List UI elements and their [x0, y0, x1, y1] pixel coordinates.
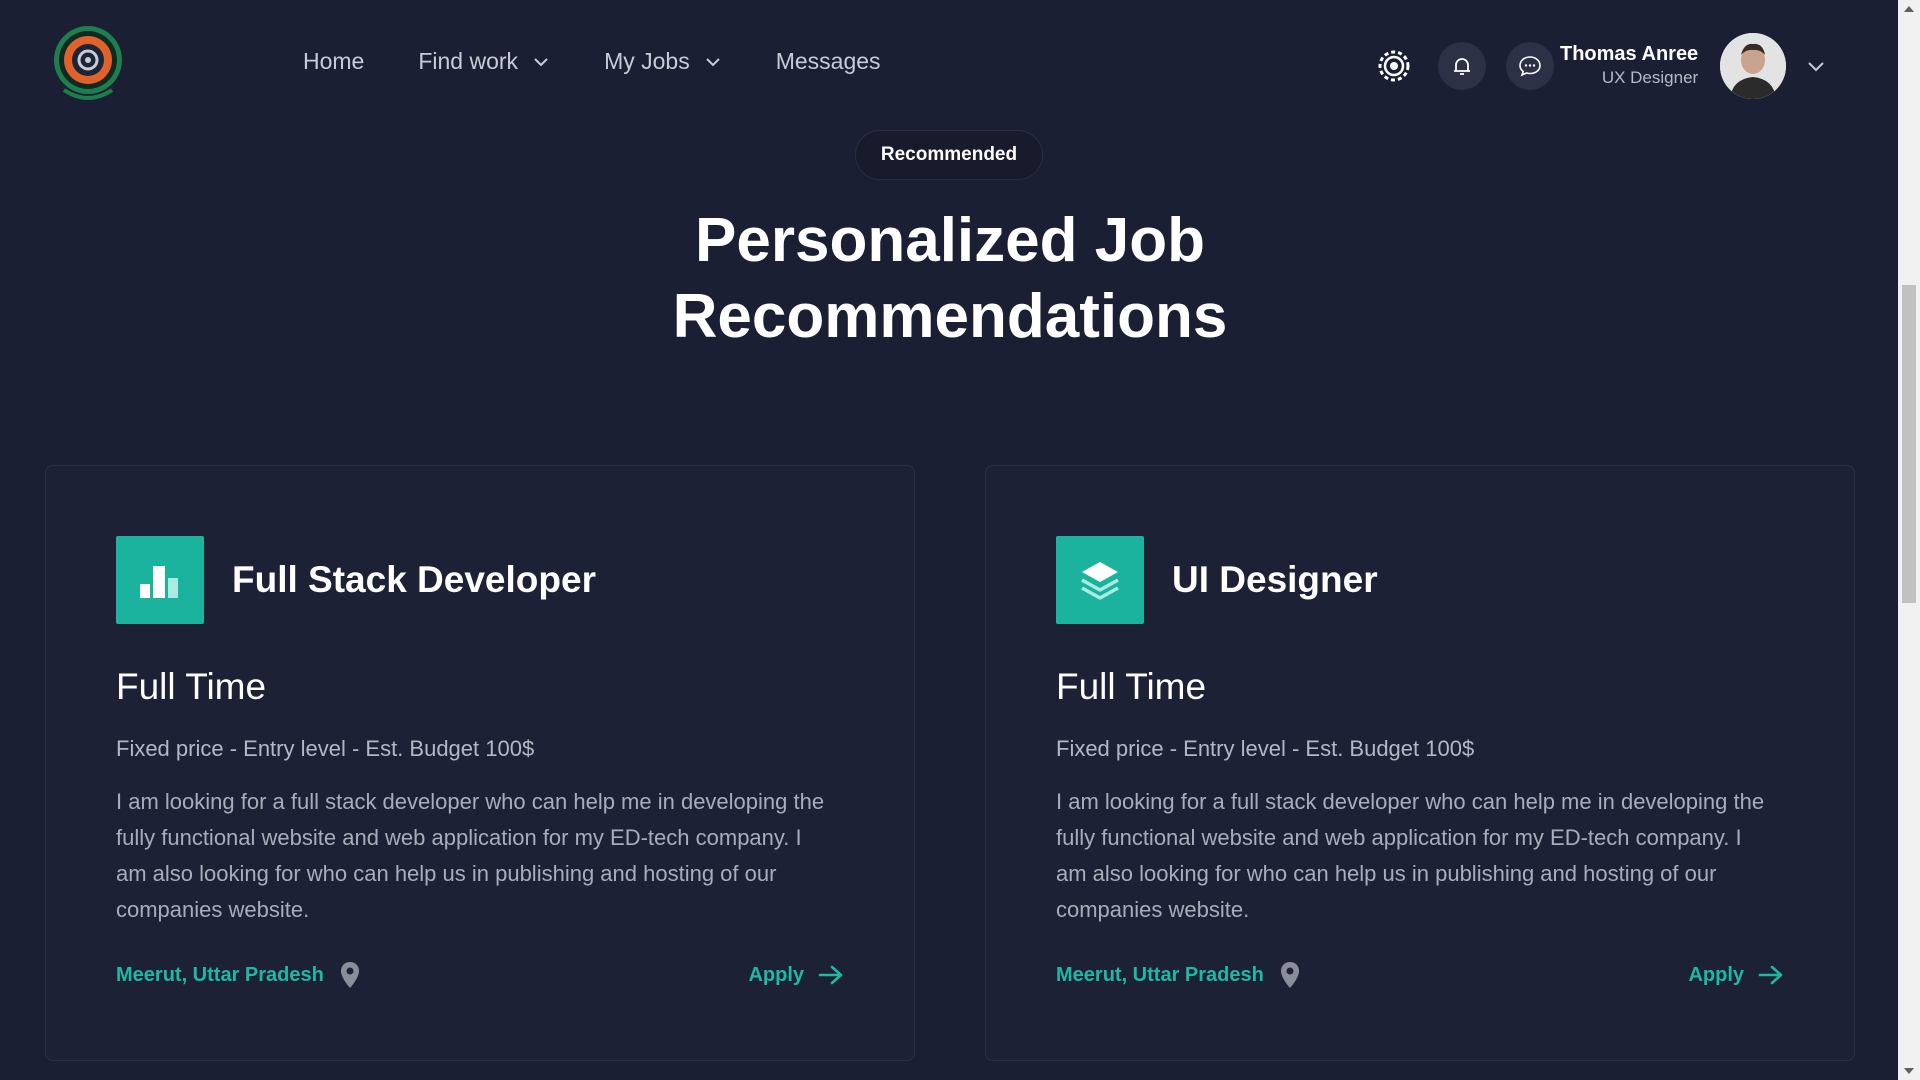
apply-label: Apply [1688, 963, 1744, 986]
nav-home-label: Home [303, 48, 365, 74]
chat-icon [1519, 56, 1541, 77]
job-meta: Fixed price - Entry level - Est. Budget … [1056, 736, 1475, 761]
job-title[interactable]: Full Stack Developer [232, 559, 596, 601]
avatar[interactable] [1720, 33, 1787, 99]
profile-name: Thomas Anree [1560, 43, 1699, 65]
job-location: Meerut, Uttar Pradesh [1056, 961, 1300, 989]
top-navbar: Home Find work My Jobs Messages Thomas A… [0, 0, 1898, 130]
apply-button[interactable]: Apply [1688, 964, 1784, 987]
job-location-label: Meerut, Uttar Pradesh [116, 963, 324, 986]
nav-messages-label: Messages [775, 48, 881, 74]
scrollbar-thumb[interactable] [1902, 285, 1916, 603]
nav-find-work[interactable]: Find work [418, 48, 550, 75]
job-type: Full Time [1056, 666, 1207, 707]
layers-icon [1056, 536, 1144, 624]
scroll-down-arrow-icon[interactable] [1904, 1068, 1914, 1074]
job-card-footer: Meerut, Uttar Pradesh Apply [116, 961, 844, 989]
apply-button[interactable]: Apply [748, 964, 844, 987]
nav-home[interactable]: Home [303, 48, 364, 75]
job-type: Full Time [116, 666, 267, 707]
chevron-down-icon[interactable] [1806, 56, 1826, 76]
arrow-right-icon [1758, 965, 1783, 985]
arrow-right-icon [818, 965, 843, 985]
scroll-up-arrow-icon[interactable] [1904, 6, 1914, 12]
job-card: Full Stack Developer Full Time Fixed pri… [45, 465, 915, 1061]
vertical-scrollbar[interactable] [1898, 0, 1920, 1080]
map-pin-icon [340, 962, 359, 988]
chat-button[interactable] [1506, 42, 1554, 90]
job-description: I am looking for a full stack developer … [116, 789, 825, 922]
job-description: I am looking for a full stack developer … [1056, 789, 1765, 922]
header-actions [1370, 42, 1554, 90]
job-card: UI Designer Full Time Fixed price - Entr… [985, 465, 1855, 1061]
job-card-header: UI Designer [1056, 536, 1854, 624]
settings-icon [1378, 50, 1410, 82]
chevron-down-icon [534, 57, 548, 66]
page: Home Find work My Jobs Messages Thomas A… [0, 0, 1920, 1080]
job-cards: Full Stack Developer Full Time Fixed pri… [45, 465, 1855, 1061]
apply-label: Apply [748, 963, 804, 986]
bar-chart-icon [116, 536, 204, 624]
user-profile[interactable]: Thomas Anree UX Designer [1560, 33, 1826, 99]
job-meta: Fixed price - Entry level - Est. Budget … [116, 736, 535, 761]
job-title[interactable]: UI Designer [1172, 559, 1378, 601]
job-location: Meerut, Uttar Pradesh [116, 961, 360, 989]
nav-my-jobs-label: My Jobs [604, 48, 690, 74]
job-card-footer: Meerut, Uttar Pradesh Apply [1056, 961, 1784, 989]
notifications-button[interactable] [1438, 42, 1486, 90]
nav-find-work-label: Find work [418, 48, 519, 74]
map-pin-icon [1280, 962, 1299, 988]
logo[interactable] [52, 24, 124, 108]
job-location-label: Meerut, Uttar Pradesh [1056, 963, 1264, 986]
recommended-badge: Recommended [855, 130, 1043, 180]
bell-icon [1454, 58, 1470, 75]
profile-role: UX Designer [1601, 68, 1699, 87]
job-card-header: Full Stack Developer [116, 536, 914, 624]
chevron-down-icon [705, 57, 720, 66]
main-nav: Home Find work My Jobs Messages [303, 48, 935, 75]
nav-messages[interactable]: Messages [776, 48, 881, 75]
page-title: Personalized Job Recommendations [672, 206, 1228, 351]
profile-text: Thomas Anree UX Designer [1560, 42, 1698, 90]
nav-my-jobs[interactable]: My Jobs [604, 48, 722, 75]
settings-button[interactable] [1370, 42, 1418, 90]
